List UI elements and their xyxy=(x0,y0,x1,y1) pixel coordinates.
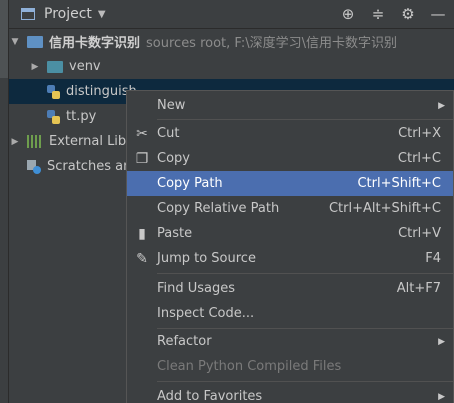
project-panel-header: Project ▼ ⊕ ≑ ⚙ — xyxy=(9,0,454,29)
menu-item-label: Inspect Code... xyxy=(157,306,255,321)
submenu-arrow-icon: ▶ xyxy=(438,100,445,111)
locate-file-icon[interactable]: ⊕ xyxy=(340,5,356,23)
menu-item-label: Jump to Source xyxy=(157,251,256,266)
menu-item-refactor[interactable]: Refactor ▶ xyxy=(127,329,453,354)
menu-item-cut[interactable]: ✂ Cut Ctrl+X xyxy=(127,121,453,146)
menu-item-label: Add to Favorites xyxy=(157,389,263,403)
collapse-arrow-icon[interactable]: ▶ xyxy=(29,62,41,72)
menu-separator xyxy=(157,381,453,382)
library-icon xyxy=(27,135,43,148)
project-folder-icon xyxy=(21,8,35,20)
menu-separator xyxy=(157,119,453,120)
ide-window: Project ▼ ⊕ ≑ ⚙ — ▼ 信用卡数字识别 sources root… xyxy=(0,0,454,403)
menu-separator xyxy=(157,273,453,274)
panel-toolbar: ⊕ ≑ ⚙ — xyxy=(340,0,446,28)
settings-gear-icon[interactable]: ⚙ xyxy=(400,5,416,23)
tree-item-label: venv xyxy=(69,59,101,74)
python-file-icon xyxy=(47,109,60,124)
menu-item-new[interactable]: New ▶ xyxy=(127,93,453,118)
menu-item-copy[interactable]: ❐ Copy Ctrl+C xyxy=(127,146,453,171)
menu-item-label: Cut xyxy=(157,126,180,141)
menu-item-shortcut: Ctrl+V xyxy=(398,226,441,241)
pencil-icon: ✎ xyxy=(136,250,148,267)
menu-item-label: New xyxy=(157,98,186,113)
python-file-icon xyxy=(47,84,60,99)
menu-item-shortcut: F4 xyxy=(425,251,441,266)
menu-item-paste[interactable]: ▮ Paste Ctrl+V xyxy=(127,221,453,246)
collapse-all-icon[interactable]: ≑ xyxy=(370,5,386,23)
scratches-icon xyxy=(27,159,41,174)
clipboard-icon: ▮ xyxy=(138,225,146,242)
tree-item-venv[interactable]: ▶ venv xyxy=(9,54,454,79)
scissors-icon: ✂ xyxy=(136,125,148,142)
context-menu: New ▶ ✂ Cut Ctrl+X ❐ Copy Ctrl+C Copy Pa… xyxy=(126,90,454,403)
collapse-arrow-icon[interactable]: ▶ xyxy=(9,137,21,147)
submenu-arrow-icon: ▶ xyxy=(438,391,445,402)
expand-arrow-icon[interactable]: ▼ xyxy=(9,37,21,47)
menu-item-shortcut: Ctrl+X xyxy=(398,126,441,141)
menu-item-label: Clean Python Compiled Files xyxy=(157,359,342,374)
menu-item-copy-relative-path[interactable]: Copy Relative Path Ctrl+Alt+Shift+C xyxy=(127,196,453,221)
menu-item-label: Refactor xyxy=(157,334,212,349)
project-tool-tab[interactable] xyxy=(0,0,8,78)
copy-icon: ❐ xyxy=(135,150,149,167)
tree-item-label: tt.py xyxy=(66,109,97,124)
hide-panel-icon[interactable]: — xyxy=(430,5,446,23)
folder-icon xyxy=(27,35,43,48)
tree-item-meta: sources root, F:\深度学习\信用卡数字识别 xyxy=(146,36,398,51)
left-tool-strip xyxy=(0,0,9,403)
tree-item-label: 信用卡数字识别 xyxy=(49,36,141,51)
menu-item-shortcut: Alt+F7 xyxy=(396,281,441,296)
menu-item-shortcut: Ctrl+C xyxy=(397,151,441,166)
menu-item-shortcut: Ctrl+Shift+C xyxy=(357,176,441,191)
menu-item-label: Copy xyxy=(157,151,190,166)
menu-item-label: Copy Relative Path xyxy=(157,201,280,216)
menu-item-jump-to-source[interactable]: ✎ Jump to Source F4 xyxy=(127,246,453,271)
view-dropdown-caret-icon[interactable]: ▼ xyxy=(98,9,106,20)
menu-item-label: Copy Path xyxy=(157,176,223,191)
menu-item-label: Find Usages xyxy=(157,281,236,296)
menu-item-copy-path[interactable]: Copy Path Ctrl+Shift+C xyxy=(127,171,453,196)
menu-item-clean-compiled[interactable]: Clean Python Compiled Files xyxy=(127,354,453,379)
menu-item-label: Paste xyxy=(157,226,193,241)
submenu-arrow-icon: ▶ xyxy=(438,336,445,347)
tree-item-root[interactable]: ▼ 信用卡数字识别 sources root, F:\深度学习\信用卡数字识别 xyxy=(9,29,454,54)
menu-item-inspect-code[interactable]: Inspect Code... xyxy=(127,301,453,326)
panel-title[interactable]: Project xyxy=(44,6,92,22)
menu-item-find-usages[interactable]: Find Usages Alt+F7 xyxy=(127,276,453,301)
menu-item-shortcut: Ctrl+Alt+Shift+C xyxy=(328,201,441,216)
folder-icon xyxy=(47,60,63,73)
menu-item-add-to-favorites[interactable]: Add to Favorites ▶ xyxy=(127,384,453,403)
